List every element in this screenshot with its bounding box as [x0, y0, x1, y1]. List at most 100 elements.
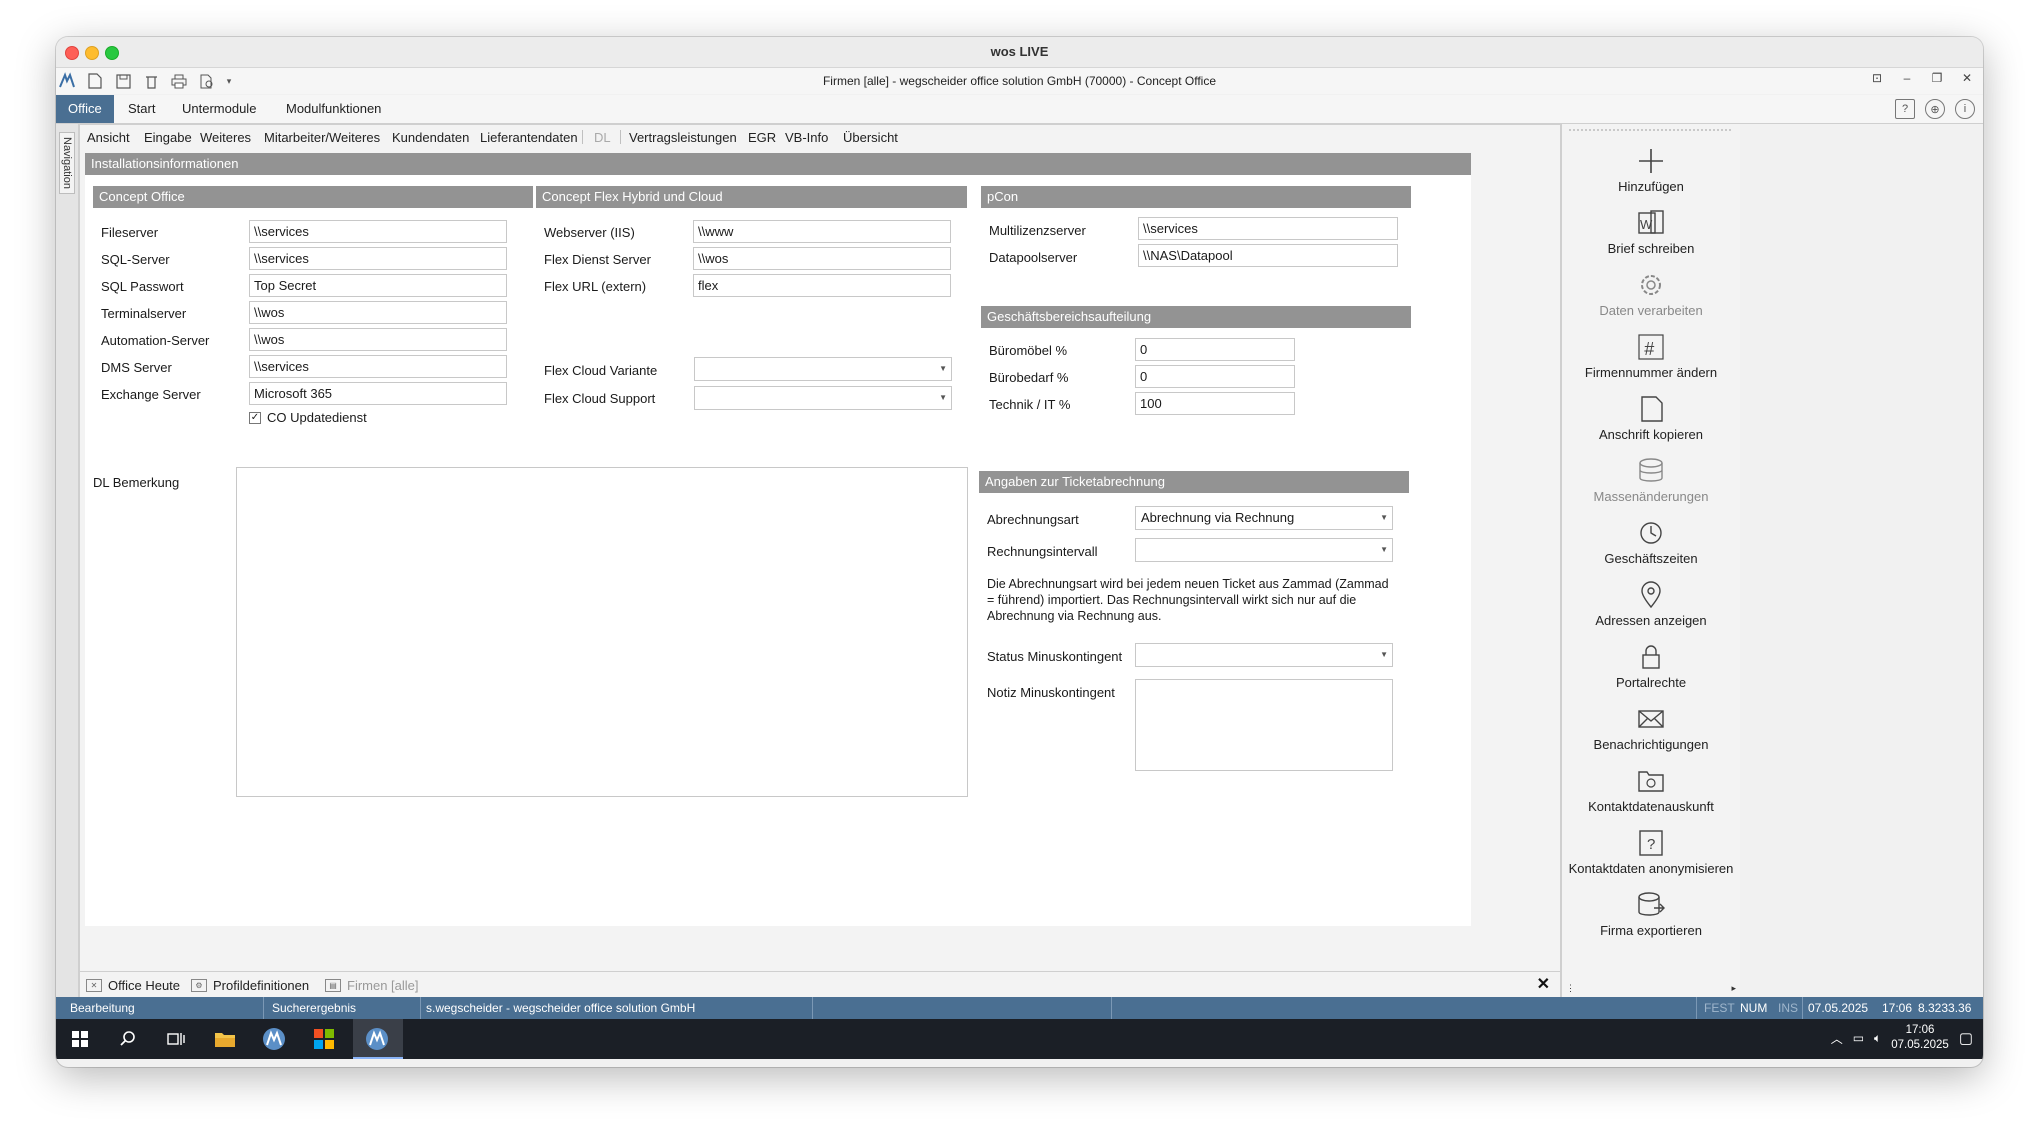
label-terminalserver: Terminalserver [101, 306, 187, 321]
subtab-vb-info[interactable]: VB-Info [785, 130, 828, 145]
status-ins: INS [1778, 1001, 1799, 1015]
action-massenaenderungen-button[interactable]: Massenänderungen [1562, 456, 1740, 518]
status-divider [1802, 997, 1803, 1019]
select-status-minuskontingent[interactable]: ▼ [1135, 643, 1393, 667]
action-geschaeftszeiten-button[interactable]: Geschäftszeiten [1562, 518, 1740, 580]
question-icon: ? [1636, 828, 1666, 858]
input-automation-server[interactable]: \\wos [249, 328, 507, 351]
action-portalrechte-button[interactable]: Portalrechte [1562, 642, 1740, 704]
subtab-mitarbeiter-weiteres[interactable]: Mitarbeiter/Weiteres [264, 130, 380, 145]
tab-start[interactable]: Start [116, 95, 167, 123]
tray-chevron-up-icon[interactable]: ︿ [1831, 1030, 1843, 1047]
input-exchange-server[interactable]: Microsoft 365 [249, 382, 507, 405]
co-updatedienst-checkbox[interactable]: ✓ [249, 412, 261, 424]
tab-untermodule[interactable]: Untermodule [170, 95, 268, 123]
status-search: Sucherergebnis [272, 1001, 357, 1015]
action-benachrichtigungen-button[interactable]: Benachrichtigungen [1562, 704, 1740, 766]
app-window: wos LIVE ▾ Firmen [alle] - wegscheider o… [56, 37, 1983, 1067]
doc-tab-profildefinitionen[interactable]: ⚙ Profildefinitionen [191, 978, 309, 993]
subtab-uebersicht[interactable]: Übersicht [843, 130, 898, 145]
label-exchange-server: Exchange Server [101, 387, 201, 402]
subtab-dl[interactable]: DL [594, 130, 611, 145]
status-user: s.wegscheider - wegscheider office solut… [426, 1001, 696, 1015]
input-technik-it[interactable]: 100 [1135, 392, 1295, 415]
action-anschrift-kopieren-button[interactable]: Anschrift kopieren [1562, 394, 1740, 456]
notifications-icon[interactable]: ▢ [1959, 1029, 1973, 1047]
input-sql-passwort[interactable]: Top Secret [249, 274, 507, 297]
navigation-tab[interactable]: Navigation [59, 132, 75, 194]
input-fileserver[interactable]: \\services [249, 220, 507, 243]
textarea-dl-bemerkung[interactable] [236, 467, 968, 797]
input-flex-dienst-server[interactable]: \\wos [693, 247, 951, 270]
label-flex-dienst-server: Flex Dienst Server [544, 252, 651, 267]
subtab-vertragsleistungen[interactable]: Vertragsleistungen [629, 130, 737, 145]
group-header-concept-office: Concept Office [93, 186, 533, 208]
action-adressen-anzeigen-button[interactable]: Adressen anzeigen [1562, 580, 1740, 642]
help-book-icon[interactable]: ? [1895, 99, 1915, 119]
tab-modulfunktionen[interactable]: Modulfunktionen [274, 95, 393, 123]
input-sql-server[interactable]: \\services [249, 247, 507, 270]
select-rechnungsintervall[interactable]: ▼ [1135, 538, 1393, 562]
status-divider [1696, 997, 1697, 1019]
select-abrechnungsart[interactable]: Abrechnung via Rechnung ▼ [1135, 506, 1393, 530]
doc-tab-firmen-alle[interactable]: ▤ Firmen [alle] [325, 978, 419, 993]
input-bueromoebel[interactable]: 0 [1135, 338, 1295, 361]
panel-grip[interactable] [1568, 128, 1733, 132]
label-abrechnungsart: Abrechnungsart [987, 512, 1079, 527]
file-explorer-icon[interactable] [211, 1025, 239, 1053]
svg-text:?: ? [1647, 836, 1655, 853]
textarea-notiz-minuskontingent[interactable] [1135, 679, 1393, 771]
subtab-kundendaten[interactable]: Kundendaten [392, 130, 469, 145]
subtab-egr[interactable]: EGR [748, 130, 776, 145]
network-icon[interactable]: ▭ [1853, 1031, 1864, 1045]
action-label: Portalrechte [1615, 675, 1687, 690]
select-flex-cloud-support[interactable]: ▼ [694, 386, 952, 410]
doc-tab-office-heute[interactable]: ✕ Office Heute [86, 978, 180, 993]
action-firmennummer-aendern-button[interactable]: # Firmennummer ändern [1562, 332, 1740, 394]
input-flex-url[interactable]: flex [693, 274, 951, 297]
minimize-icon[interactable]: – [1899, 71, 1915, 85]
close-tab-icon[interactable]: ✕ [1537, 974, 1550, 994]
action-label: Brief schreiben [1607, 241, 1695, 256]
action-hinzufuegen-button[interactable]: Hinzufügen [1562, 146, 1740, 208]
action-firma-exportieren-button[interactable]: Firma exportieren [1562, 890, 1740, 952]
subtab-eingabe[interactable]: Eingabe [144, 130, 192, 145]
input-multilizenzserver[interactable]: \\services [1138, 217, 1398, 240]
office-app-icon[interactable] [310, 1025, 338, 1053]
subtab-divider [620, 130, 621, 144]
navigation-strip: Navigation [56, 124, 79, 997]
search-icon[interactable] [114, 1025, 142, 1053]
input-webserver[interactable]: \\www [693, 220, 951, 243]
content-panel: Installationsinformationen Concept Offic… [85, 153, 1471, 926]
subtab-lieferantendaten[interactable]: Lieferantendaten [480, 130, 578, 145]
action-kontaktdaten-anonymisieren-button[interactable]: ? Kontaktdaten anonymisieren [1562, 828, 1740, 890]
subtab-weiteres[interactable]: Weiteres [200, 130, 251, 145]
task-view-icon[interactable] [162, 1025, 190, 1053]
dropdown-arrow-icon: ▼ [1380, 650, 1388, 659]
input-dms-server[interactable]: \\services [249, 355, 507, 378]
close-icon[interactable]: ✕ [1959, 71, 1975, 85]
restore-layout-icon[interactable]: ⊡ [1869, 71, 1885, 85]
taskbar-clock[interactable]: 17:06 07.05.2025 [1891, 1023, 1949, 1053]
wos-app-icon[interactable] [260, 1025, 288, 1053]
info-icon[interactable]: i [1955, 99, 1975, 119]
action-kontaktdatenauskunft-button[interactable]: Kontaktdatenauskunft [1562, 766, 1740, 828]
windows-start-icon[interactable] [66, 1025, 94, 1053]
panel-expand-icon[interactable]: ▸ [1731, 983, 1736, 994]
support-icon[interactable]: ⊕ [1925, 99, 1945, 119]
subtab-ansicht[interactable]: Ansicht [87, 130, 130, 145]
volume-icon[interactable]: 🔈︎ [1874, 1031, 1881, 1046]
input-datapoolserver[interactable]: \\NAS\Datapool [1138, 244, 1398, 267]
action-label: Daten verarbeiten [1599, 303, 1703, 318]
input-terminalserver[interactable]: \\wos [249, 301, 507, 324]
active-app-tile[interactable] [353, 1019, 403, 1059]
input-buerobedarf[interactable]: 0 [1135, 365, 1295, 388]
select-flex-cloud-variante[interactable]: ▼ [694, 357, 952, 381]
tab-office[interactable]: Office [56, 95, 114, 123]
action-daten-verarbeiten-button[interactable]: Daten verarbeiten [1562, 270, 1740, 332]
group-header-ticketabrechnung: Angaben zur Ticketabrechnung [979, 471, 1409, 493]
panel-menu-icon[interactable]: ⋮ [1566, 983, 1575, 994]
action-brief-schreiben-button[interactable]: W Brief schreiben [1562, 208, 1740, 270]
maximize-icon[interactable]: ❐ [1929, 71, 1945, 85]
database-icon [1636, 456, 1666, 486]
